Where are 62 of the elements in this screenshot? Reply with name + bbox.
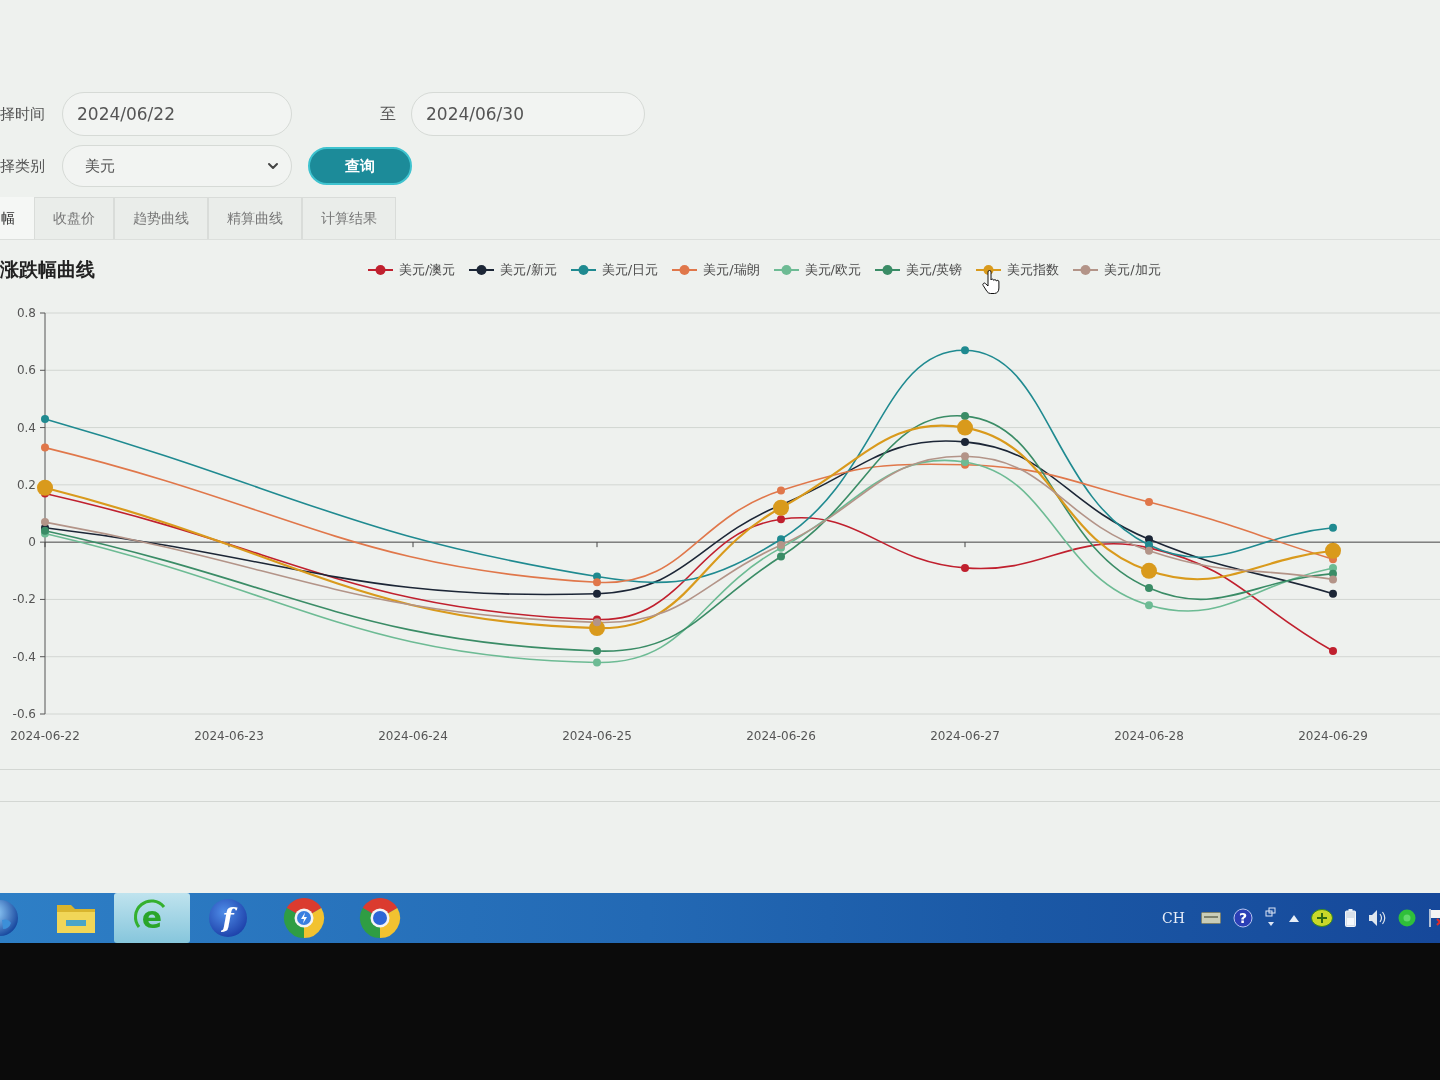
data-point — [961, 563, 969, 572]
help-icon[interactable]: ? — [1233, 908, 1253, 928]
data-point — [1329, 589, 1337, 598]
data-point — [1145, 601, 1153, 610]
legend-item[interactable]: 美元/加元 — [1073, 261, 1161, 279]
data-point — [1329, 523, 1337, 532]
data-point — [1145, 583, 1153, 592]
y-axis-label: 0.4 — [16, 420, 36, 435]
legend-item[interactable]: 美元/澳元 — [368, 261, 456, 279]
ring-logo-icon — [358, 896, 402, 940]
f-logo-icon: f — [207, 897, 249, 939]
data-point — [1329, 647, 1337, 655]
data-point — [777, 486, 785, 495]
range-separator: 至 — [380, 103, 396, 125]
y-axis-label: -0.2 — [12, 592, 36, 607]
legend-item[interactable]: 美元/瑞朗 — [672, 261, 760, 279]
y-axis-label: 0.8 — [16, 306, 36, 320]
data-point — [961, 346, 969, 355]
y-axis-label: -0.4 — [12, 649, 36, 664]
data-point — [593, 589, 601, 598]
x-axis-label: 2024-06-23 — [194, 729, 264, 743]
tab[interactable]: 计算结果 — [302, 197, 396, 239]
status-disc-icon[interactable] — [1398, 909, 1416, 927]
hand-pointer-icon — [982, 270, 1001, 294]
legend-item[interactable]: 美元/欧元 — [773, 261, 861, 279]
speaker-icon[interactable] — [1368, 909, 1386, 927]
category-select[interactable]: 美元 — [62, 145, 292, 187]
x-axis-label: 2024-06-29 — [1298, 729, 1368, 743]
legend-item[interactable]: 美元/日元 — [570, 261, 659, 279]
tab[interactable]: 趋势曲线 — [114, 197, 208, 239]
show-hidden-icons-icon[interactable] — [1289, 914, 1299, 922]
field-label: 择时间 — [0, 104, 46, 124]
tab[interactable]: 精算曲线 — [208, 197, 302, 239]
tab[interactable]: 幅 — [0, 197, 34, 239]
query-button[interactable]: 查询 — [308, 147, 412, 185]
data-point — [593, 658, 601, 667]
data-point — [1145, 498, 1153, 507]
x-axis-label: 2024-06-25 — [562, 729, 632, 743]
legend-item[interactable]: 美元/英镑 — [874, 261, 963, 279]
data-point — [41, 415, 49, 423]
y-axis-label: 0.2 — [16, 477, 36, 492]
battery-icon[interactable] — [1345, 909, 1356, 927]
data-point — [593, 647, 601, 655]
x-axis-label: 2024-06-22 — [10, 729, 80, 743]
chart-title: 涨跌幅曲线 — [0, 257, 96, 282]
input-language-indicator[interactable]: CH — [1162, 910, 1185, 926]
x-axis-label: 2024-06-24 — [378, 729, 448, 743]
plus-disc-icon[interactable] — [1311, 909, 1333, 927]
x-axis-label: 2024-06-27 — [930, 729, 1000, 743]
start-date-field[interactable]: 2024/06/22 — [62, 92, 292, 136]
field-label: 择类别 — [0, 156, 46, 176]
x-axis-label: 2024-06-28 — [1114, 729, 1184, 743]
x-axis-label: 2024-06-26 — [746, 729, 816, 743]
tab[interactable]: 收盘价 — [34, 197, 114, 239]
data-point — [41, 443, 49, 452]
y-axis-label: 0.6 — [16, 363, 36, 378]
ring-bolt-logo-icon — [282, 896, 326, 940]
taskbar-app-button[interactable]: f — [190, 893, 266, 943]
y-axis-label: -0.6 — [12, 707, 36, 721]
y-axis-label: 0 — [28, 535, 36, 550]
end-date-field[interactable]: 2024/06/30 — [411, 92, 645, 136]
legend-item[interactable]: 美元/新元 — [469, 261, 557, 279]
